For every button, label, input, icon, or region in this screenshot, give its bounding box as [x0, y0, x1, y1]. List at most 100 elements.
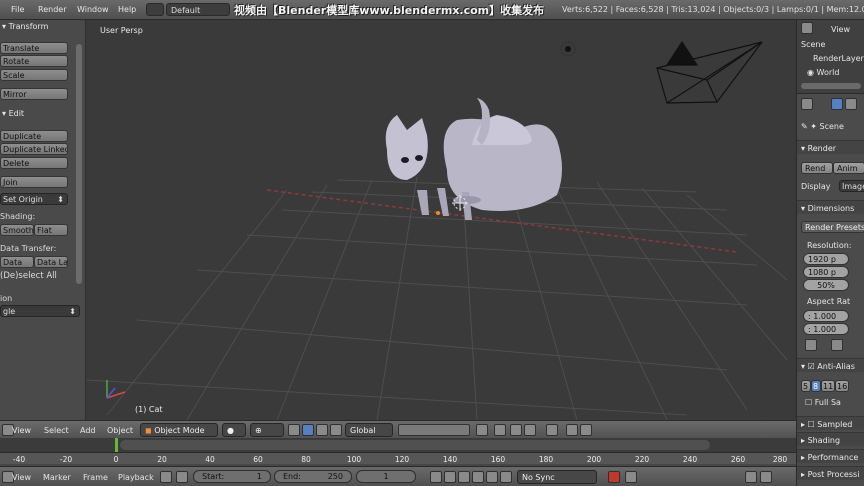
aa-samples-8[interactable]: 8 — [811, 380, 821, 392]
preview-range-icon[interactable] — [160, 471, 172, 483]
outliner-item-world[interactable]: ◉ World — [807, 68, 839, 77]
current-frame-field[interactable]: 1 — [356, 470, 416, 483]
prev-keyframe-icon[interactable] — [444, 471, 456, 483]
mirror-button[interactable]: Mirror — [0, 88, 68, 100]
lock-time-icon[interactable] — [176, 471, 188, 483]
dimensions-panel-header[interactable]: ▾ Dimensions — [797, 200, 864, 214]
render-panel-header[interactable]: ▾ Render — [797, 140, 864, 154]
insert-keyframe-icon[interactable] — [745, 471, 757, 483]
start-frame-field[interactable]: Start: 1 — [193, 470, 271, 483]
outliner-view-menu[interactable]: View — [831, 25, 850, 34]
timeline-area[interactable]: -40 -20 0 20 40 60 80 100 120 140 160 18… — [0, 438, 796, 466]
tool-shelf-scrollbar[interactable] — [76, 44, 82, 284]
properties-editor-icon[interactable] — [801, 98, 813, 110]
aa-samples-11[interactable]: 11 — [821, 380, 835, 392]
outliner-item-scene[interactable]: Scene — [801, 40, 825, 49]
playhead[interactable] — [115, 438, 118, 452]
render-presets-select[interactable]: Render Presets — [801, 221, 864, 233]
manipulator-toggle-icon[interactable] — [288, 424, 300, 436]
render-animation-icon[interactable] — [566, 424, 578, 436]
snap-icon[interactable] — [510, 424, 522, 436]
pivot-select[interactable]: ⊕ — [250, 423, 284, 437]
edit-panel-header[interactable]: ▾ Edit — [2, 109, 24, 118]
flat-button[interactable]: Flat — [34, 224, 68, 236]
scale-button[interactable]: Scale — [0, 69, 68, 81]
menu-view[interactable]: View — [12, 473, 31, 482]
shading-panel-header[interactable]: ▸ Shading — [797, 432, 864, 446]
render-image-button[interactable]: Rend — [801, 162, 833, 174]
record-icon[interactable] — [608, 471, 620, 483]
camera-render-icon[interactable] — [580, 424, 592, 436]
shading-select[interactable]: ● — [222, 423, 246, 437]
crop-toggle-icon[interactable] — [831, 339, 843, 351]
render-tab-icon[interactable] — [831, 98, 843, 110]
cat-model[interactable] — [385, 98, 562, 220]
next-keyframe-icon[interactable] — [486, 471, 498, 483]
menu-select[interactable]: Select — [44, 426, 69, 435]
smooth-button[interactable]: Smooth — [0, 224, 34, 236]
layers-grid[interactable] — [398, 424, 470, 436]
3d-viewport[interactable]: User Persp (1) Cat — [87, 20, 794, 420]
timeline-track[interactable] — [0, 438, 796, 452]
aspect-x-field[interactable]: : 1.000 — [803, 310, 849, 322]
menu-file[interactable]: File — [11, 5, 24, 14]
scale-manipulator-icon[interactable] — [330, 424, 342, 436]
menu-window[interactable]: Window — [77, 5, 109, 14]
menu-help[interactable]: Help — [118, 5, 136, 14]
performance-panel-header[interactable]: ▸ Performance — [797, 449, 864, 463]
rotate-button[interactable]: Rotate — [0, 55, 68, 67]
display-select[interactable]: Image — [839, 180, 864, 192]
rotate-manipulator-icon[interactable] — [316, 424, 328, 436]
outliner-scrollbar[interactable] — [801, 83, 861, 89]
aa-samples-16[interactable]: 16 — [835, 380, 849, 392]
aa-samples-5[interactable]: 5 — [801, 380, 811, 392]
render-animation-button[interactable]: Anim — [833, 162, 864, 174]
duplicate-button[interactable]: Duplicate — [0, 130, 68, 142]
menu-frame[interactable]: Frame — [83, 473, 108, 482]
menu-render[interactable]: Render — [38, 5, 66, 14]
render-opengl-icon[interactable] — [546, 424, 558, 436]
sync-select[interactable]: No Sync — [517, 470, 597, 484]
play-reverse-icon[interactable] — [458, 471, 470, 483]
anti-aliasing-panel-header[interactable]: ▾ ☑ Anti-Alias — [797, 358, 864, 372]
sampled-motion-blur-header[interactable]: ▸ ☐ Sampled — [797, 416, 864, 430]
outliner-item-renderlayer[interactable]: RenderLayer — [813, 54, 864, 63]
proportional-edit-icon[interactable] — [494, 424, 506, 436]
editor-type-icon[interactable] — [801, 22, 813, 34]
post-processing-panel-header[interactable]: ▸ Post Processi — [797, 466, 864, 480]
keying-set-icon[interactable] — [625, 471, 637, 483]
data-layout-button[interactable]: Data La — [34, 256, 68, 268]
menu-marker[interactable]: Marker — [43, 473, 71, 482]
snap-element-icon[interactable] — [524, 424, 536, 436]
jump-end-icon[interactable] — [500, 471, 512, 483]
menu-playback[interactable]: Playback — [118, 473, 154, 482]
menu-add[interactable]: Add — [80, 426, 96, 435]
border-toggle-icon[interactable] — [805, 339, 817, 351]
end-frame-field[interactable]: End: 250 — [274, 470, 352, 483]
render-layers-tab-icon[interactable] — [845, 98, 857, 110]
lock-camera-icon[interactable] — [476, 424, 488, 436]
jump-start-icon[interactable] — [430, 471, 442, 483]
translate-button[interactable]: Translate — [0, 42, 68, 54]
play-icon[interactable] — [472, 471, 484, 483]
mode-select[interactable]: ◼ Object Mode — [140, 423, 218, 437]
aspect-y-field[interactable]: : 1.000 — [803, 323, 849, 335]
delete-keyframe-icon[interactable] — [760, 471, 772, 483]
join-button[interactable]: Join — [0, 176, 68, 188]
resolution-y-field[interactable]: 1080 p — [803, 266, 849, 278]
deselect-all-label[interactable]: (De)select All — [0, 271, 57, 281]
data-button[interactable]: Data — [0, 256, 34, 268]
translate-manipulator-icon[interactable] — [302, 424, 314, 436]
screen-layout-icon[interactable] — [146, 3, 164, 16]
resolution-x-field[interactable]: 1920 p — [803, 253, 849, 265]
set-origin-select[interactable]: Set Origin ⬍ — [0, 193, 68, 205]
menu-view[interactable]: View — [12, 426, 31, 435]
delete-button[interactable]: Delete — [0, 157, 68, 169]
duplicate-linked-button[interactable]: Duplicate Linked — [0, 143, 68, 155]
resolution-percent-field[interactable]: 50% — [803, 279, 849, 291]
menu-object[interactable]: Object — [107, 426, 133, 435]
timeline-scrollbar[interactable] — [120, 440, 710, 450]
action-select[interactable]: gle ⬍ — [0, 305, 80, 317]
orientation-select[interactable]: Global — [345, 423, 393, 437]
screen-layout-select[interactable]: Default — [166, 3, 230, 16]
